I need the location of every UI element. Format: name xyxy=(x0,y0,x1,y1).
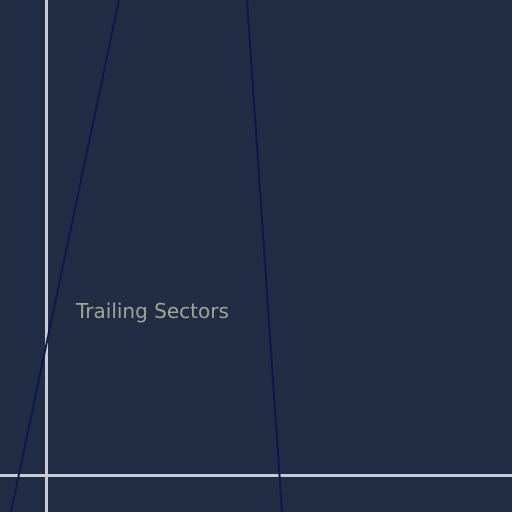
trailing-sectors-label: Trailing Sectors xyxy=(76,299,229,323)
canvas: Trailing Sectors xyxy=(0,0,512,512)
right-diagonal-line xyxy=(246,0,283,512)
left-diagonal-line xyxy=(10,0,120,512)
line-drawing xyxy=(0,0,512,512)
